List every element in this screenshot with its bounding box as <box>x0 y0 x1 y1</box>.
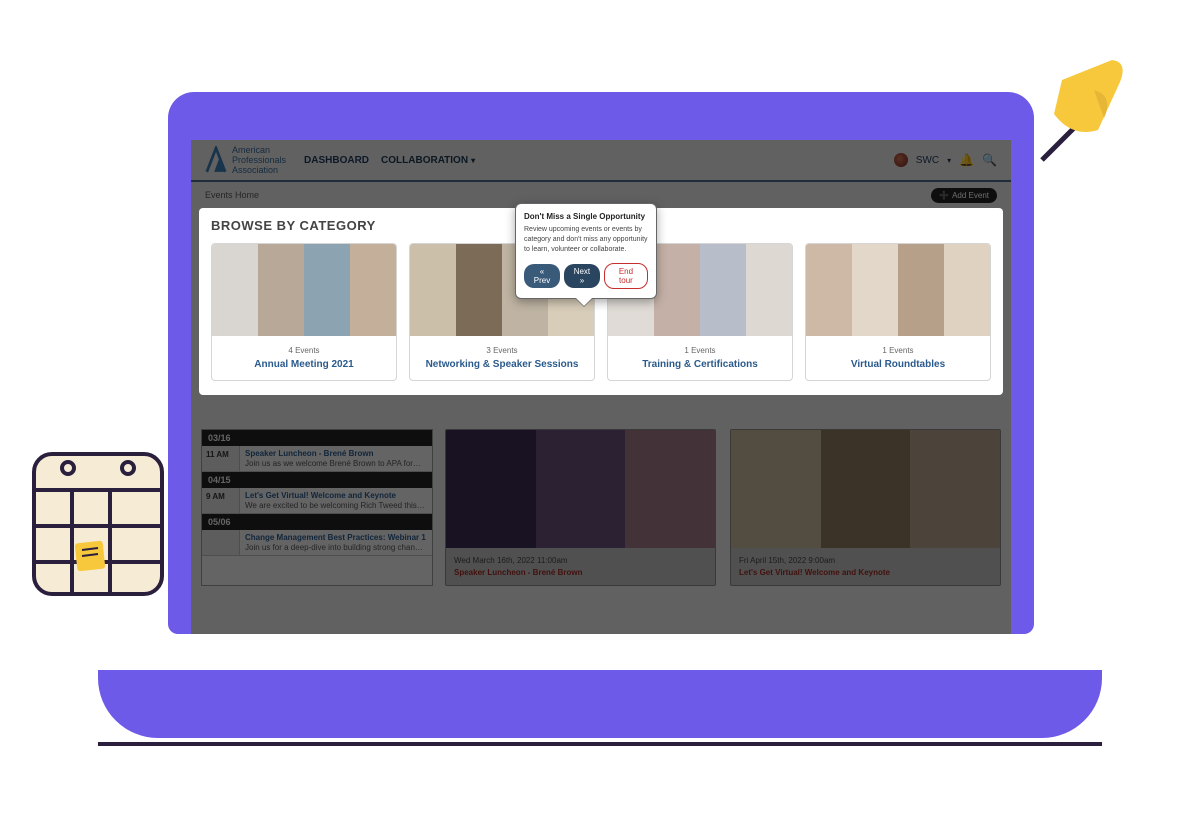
laptop-base <box>98 670 1102 738</box>
app-viewport: AmericanProfessionalsAssociation DASHBOA… <box>191 140 1011 634</box>
browse-by-category-panel: BROWSE BY CATEGORY 4 EventsAnnual Meetin… <box>199 208 1003 395</box>
category-name: Networking & Speaker Sessions <box>416 359 588 370</box>
category-name: Training & Certifications <box>614 359 786 370</box>
event-title: Let's Get Virtual! Welcome and Keynote <box>245 491 427 500</box>
event-time: 9 AM <box>202 488 240 513</box>
main-nav: DASHBOARD COLLABORATION ▾ <box>304 155 475 166</box>
schedule-cards: Wed March 16th, 2022 11:00am Speaker Lunc… <box>445 429 1001 586</box>
category-name: Virtual Roundtables <box>812 359 984 370</box>
event-time: 11 AM <box>202 446 240 471</box>
events-schedule: EVENTS SCHEDULE 03/16 11 AM Speaker Lunch… <box>201 407 1001 586</box>
tour-buttons: « Prev Next » End tour <box>524 263 648 289</box>
category-count: 1 Events <box>812 346 984 355</box>
event-desc: Join us for a deep-dive into building st… <box>245 543 427 552</box>
logo-text: AmericanProfessionalsAssociation <box>232 145 286 175</box>
tour-end-button[interactable]: End tour <box>604 263 648 289</box>
user-label[interactable]: SWC <box>916 155 939 166</box>
logo-icon <box>205 146 227 174</box>
add-event-label: Add Event <box>952 191 989 200</box>
event-desc: We are excited to be welcoming Rich Twee… <box>245 501 427 510</box>
tour-body: Review upcoming events or events by cate… <box>524 225 648 255</box>
schedule-card[interactable]: Wed March 16th, 2022 11:00am Speaker Lunc… <box>445 429 716 586</box>
tour-title: Don't Miss a Single Opportunity <box>524 212 648 221</box>
schedule-card[interactable]: Fri April 15th, 2022 9:00am Let's Get Vir… <box>730 429 1001 586</box>
schedule-title: EVENTS SCHEDULE <box>201 407 1001 421</box>
list-item[interactable]: Change Management Best Practices: Webina… <box>202 530 432 556</box>
plus-icon: ➕ <box>939 191 949 200</box>
laptop-frame: AmericanProfessionalsAssociation DASHBOA… <box>168 92 1034 634</box>
category-card[interactable]: 1 Events Virtual Roundtables <box>805 243 991 381</box>
event-time <box>202 530 240 555</box>
card-title: Let's Get Virtual! Welcome and Keynote <box>739 568 992 577</box>
tour-prev-button[interactable]: « Prev <box>524 264 560 288</box>
bell-icon[interactable]: 🔔 <box>959 153 974 167</box>
card-title: Speaker Luncheon - Brené Brown <box>454 568 707 577</box>
topbar: AmericanProfessionalsAssociation DASHBOA… <box>191 140 1011 182</box>
chevron-down-icon: ▾ <box>947 156 951 165</box>
list-item[interactable]: 9 AM Let's Get Virtual! Welcome and Keyno… <box>202 488 432 514</box>
card-datetime: Fri April 15th, 2022 9:00am <box>739 556 992 565</box>
tour-popover: Don't Miss a Single Opportunity Review u… <box>515 203 657 299</box>
add-event-button[interactable]: ➕ Add Event <box>931 188 997 203</box>
list-date-header: 04/15 <box>202 472 432 488</box>
event-title: Speaker Luncheon - Brené Brown <box>245 449 427 458</box>
list-date-header: 03/16 <box>202 430 432 446</box>
search-icon[interactable]: 🔍 <box>982 153 997 167</box>
category-thumb <box>212 244 396 336</box>
category-name: Annual Meeting 2021 <box>218 359 390 370</box>
category-count: 3 Events <box>416 346 588 355</box>
org-logo[interactable]: AmericanProfessionalsAssociation <box>205 145 286 175</box>
event-title: Change Management Best Practices: Webina… <box>245 533 427 542</box>
chevron-down-icon: ▾ <box>471 156 475 165</box>
list-date-header: 05/06 <box>202 514 432 530</box>
category-card[interactable]: 4 Events Annual Meeting 2021 <box>211 243 397 381</box>
event-list[interactable]: 03/16 11 AM Speaker Luncheon - Brené Brow… <box>201 429 433 586</box>
breadcrumb[interactable]: Events Home <box>205 190 259 200</box>
tour-next-button[interactable]: Next » <box>564 264 600 288</box>
calendar-decoration <box>28 434 168 604</box>
nav-collaboration[interactable]: COLLABORATION ▾ <box>381 155 475 166</box>
category-count: 1 Events <box>614 346 786 355</box>
event-desc: Join us as we welcome Brené Brown to APA… <box>245 459 427 468</box>
topbar-right: SWC ▾ 🔔 🔍 <box>894 153 997 167</box>
card-hero <box>446 430 715 548</box>
nav-dashboard[interactable]: DASHBOARD <box>304 155 369 166</box>
category-thumb <box>806 244 990 336</box>
avatar[interactable] <box>894 153 908 167</box>
card-datetime: Wed March 16th, 2022 11:00am <box>454 556 707 565</box>
list-item[interactable]: 11 AM Speaker Luncheon - Brené BrownJoin … <box>202 446 432 472</box>
baseline-decoration <box>98 742 1102 746</box>
category-count: 4 Events <box>218 346 390 355</box>
card-hero <box>731 430 1000 548</box>
